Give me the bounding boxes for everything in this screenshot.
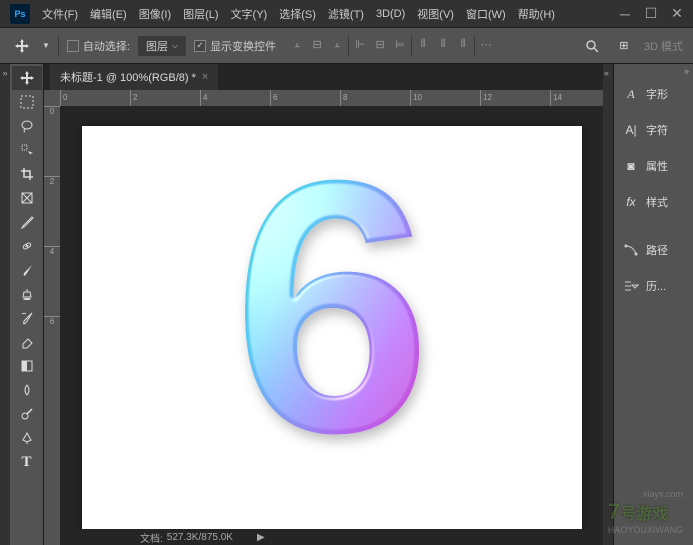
align-hcenter-icon[interactable]: ⊟ bbox=[371, 36, 389, 54]
align-left-icon[interactable]: ⊩ bbox=[351, 36, 369, 54]
options-bar: ▼ 自动选择: 图层 ⌵ ✓ 显示变换控件 ⫠ ⊟ ⫠ ⊩ ⊟ ⊨ ⫴ ⫴ ⫴ … bbox=[0, 28, 693, 64]
panel-glyphs[interactable]: A 字形 bbox=[614, 76, 693, 112]
menu-layer[interactable]: 图层(L) bbox=[177, 2, 224, 26]
tab-title: 未标题-1 @ 100%(RGB/8) * bbox=[60, 69, 196, 85]
marquee-tool[interactable] bbox=[12, 90, 42, 114]
distribute-v-icon[interactable]: ⫴ bbox=[434, 36, 452, 54]
expand-right-icon[interactable]: « bbox=[603, 64, 613, 78]
auto-select-checkbox[interactable]: 自动选择: bbox=[67, 38, 130, 54]
tab-close-icon[interactable]: × bbox=[202, 71, 208, 83]
maximize-button[interactable]: ☐ bbox=[639, 4, 663, 24]
type-tool[interactable]: T bbox=[12, 450, 42, 474]
menu-filter[interactable]: 滤镜(T) bbox=[322, 2, 370, 26]
toolbox: T bbox=[10, 64, 44, 545]
align-top-icon[interactable]: ⫠ bbox=[288, 36, 306, 54]
status-arrow-icon[interactable]: ▶ bbox=[257, 532, 265, 543]
document-tabs: 未标题-1 @ 100%(RGB/8) * × bbox=[44, 64, 603, 90]
checkbox-checked-icon: ✓ bbox=[194, 40, 206, 52]
pen-tool[interactable] bbox=[12, 426, 42, 450]
blur-tool[interactable] bbox=[12, 378, 42, 402]
right-panels: » A 字形 A| 字符 ◙ 属性 fx 样式 路径 历... bbox=[613, 64, 693, 545]
panel-character[interactable]: A| 字符 bbox=[614, 112, 693, 148]
mode-3d-label[interactable]: 3D 模式 bbox=[644, 38, 683, 54]
align-right-icon[interactable]: ⊨ bbox=[391, 36, 409, 54]
layer-dropdown[interactable]: 图层 ⌵ bbox=[138, 36, 186, 56]
menu-file[interactable]: 文件(F) bbox=[36, 2, 84, 26]
eraser-tool[interactable] bbox=[12, 330, 42, 354]
chevron-down-icon[interactable]: ▼ bbox=[42, 41, 50, 50]
close-button[interactable]: ✕ bbox=[665, 4, 689, 24]
move-tool[interactable] bbox=[12, 66, 42, 90]
character-icon: A| bbox=[622, 122, 640, 138]
document-tab[interactable]: 未标题-1 @ 100%(RGB/8) * × bbox=[50, 64, 218, 90]
app-logo: Ps bbox=[10, 4, 30, 24]
distribute-icon[interactable]: ⫴ bbox=[454, 36, 472, 54]
menu-help[interactable]: 帮助(H) bbox=[512, 2, 561, 26]
brush-tool[interactable] bbox=[12, 258, 42, 282]
menu-image[interactable]: 图像(I) bbox=[133, 2, 177, 26]
ruler-vertical[interactable]: 0246 bbox=[44, 106, 60, 545]
minimize-button[interactable]: ─ bbox=[613, 4, 637, 24]
move-tool-icon[interactable] bbox=[10, 34, 34, 58]
lasso-tool[interactable] bbox=[12, 114, 42, 138]
menu-edit[interactable]: 编辑(E) bbox=[84, 2, 133, 26]
dodge-tool[interactable] bbox=[12, 402, 42, 426]
artwork-six: 6 bbox=[192, 151, 472, 511]
status-bar: 文档: 527.3K/875.0K ▶ bbox=[60, 529, 603, 545]
healing-tool[interactable] bbox=[12, 234, 42, 258]
eyedropper-tool[interactable] bbox=[12, 210, 42, 234]
quick-select-tool[interactable] bbox=[12, 138, 42, 162]
chevron-down-icon: ⌵ bbox=[172, 41, 178, 51]
menu-type[interactable]: 文字(Y) bbox=[225, 2, 274, 26]
ruler-corner bbox=[44, 90, 60, 106]
canvas-viewport[interactable]: 6 bbox=[60, 106, 603, 529]
workspace-icon[interactable]: ⊞ bbox=[612, 34, 636, 58]
distribute-h-icon[interactable]: ⫴ bbox=[414, 36, 432, 54]
auto-select-label: 自动选择: bbox=[83, 38, 130, 54]
history-brush-tool[interactable] bbox=[12, 306, 42, 330]
collapse-panels-icon[interactable]: » bbox=[684, 66, 689, 74]
menu-view[interactable]: 视图(V) bbox=[411, 2, 460, 26]
svg-text:6: 6 bbox=[231, 151, 431, 508]
menu-window[interactable]: 窗口(W) bbox=[460, 2, 512, 26]
menu-select[interactable]: 选择(S) bbox=[273, 2, 322, 26]
menu-3d[interactable]: 3D(D) bbox=[370, 4, 411, 24]
doc-size: 527.3K/875.0K bbox=[167, 532, 233, 543]
ruler-horizontal[interactable]: 0246810121416 bbox=[60, 90, 603, 106]
title-bar: Ps 文件(F) 编辑(E) 图像(I) 图层(L) 文字(Y) 选择(S) 滤… bbox=[0, 0, 693, 28]
panel-properties[interactable]: ◙ 属性 bbox=[614, 148, 693, 184]
paths-icon bbox=[622, 242, 640, 258]
glyphs-icon: A bbox=[622, 86, 640, 102]
align-group: ⫠ ⊟ ⫠ ⊩ ⊟ ⊨ ⫴ ⫴ ⫴ ⋯ bbox=[288, 36, 495, 56]
panel-styles[interactable]: fx 样式 bbox=[614, 184, 693, 220]
history-icon bbox=[622, 278, 640, 294]
search-icon[interactable] bbox=[580, 34, 604, 58]
frame-tool[interactable] bbox=[12, 186, 42, 210]
panel-paths[interactable]: 路径 bbox=[614, 232, 693, 268]
styles-icon: fx bbox=[622, 194, 640, 210]
gradient-tool[interactable] bbox=[12, 354, 42, 378]
checkbox-icon bbox=[67, 40, 79, 52]
properties-icon: ◙ bbox=[622, 158, 640, 174]
crop-tool[interactable] bbox=[12, 162, 42, 186]
canvas[interactable]: 6 bbox=[82, 126, 582, 529]
show-transform-label: 显示变换控件 bbox=[210, 38, 276, 54]
doc-label: 文档: bbox=[140, 530, 163, 545]
clone-tool[interactable] bbox=[12, 282, 42, 306]
panel-history[interactable]: 历... bbox=[614, 268, 693, 304]
show-transform-checkbox[interactable]: ✓ 显示变换控件 bbox=[194, 38, 276, 54]
align-bottom-icon[interactable]: ⫠ bbox=[328, 36, 346, 54]
align-vcenter-icon[interactable]: ⊟ bbox=[308, 36, 326, 54]
expand-left-icon[interactable]: » bbox=[2, 68, 7, 78]
more-options-icon[interactable]: ⋯ bbox=[477, 36, 495, 54]
